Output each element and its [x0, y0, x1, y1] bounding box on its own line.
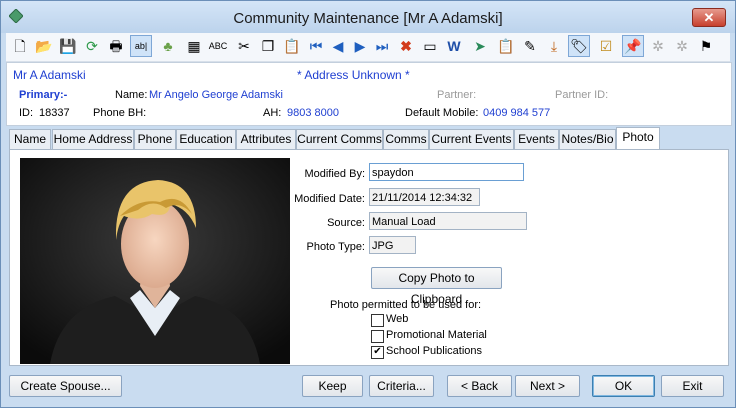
tab-photo[interactable]: Photo — [616, 127, 660, 150]
word-icon[interactable]: W — [444, 36, 464, 56]
photo-type-label: Photo Type: — [306, 241, 365, 253]
clipboard-list-icon[interactable]: 📋 — [496, 36, 516, 56]
tab-current-comms[interactable]: Current Comms — [296, 129, 383, 149]
modified-date-label: Modified Date: — [294, 193, 365, 205]
copy-icon[interactable]: ❐ — [258, 36, 278, 56]
save-icon[interactable]: 💾 — [58, 36, 78, 56]
primary-label: Primary:- — [19, 89, 68, 101]
photo-type-field[interactable]: JPG — [369, 236, 416, 254]
school-publications-checkbox[interactable]: ✔ — [371, 346, 384, 359]
person-photo — [20, 158, 290, 364]
download-icon[interactable]: ⤓ — [544, 36, 564, 56]
mobile-value: 0409 984 577 — [483, 107, 551, 119]
web-checkbox[interactable] — [371, 314, 384, 327]
tab-attributes[interactable]: Attributes — [236, 129, 296, 149]
tab-events[interactable]: Events — [514, 129, 559, 149]
ah-value: 9803 8000 — [287, 107, 339, 119]
refresh-icon[interactable]: ⟳ — [82, 36, 102, 56]
tab-name[interactable]: Name — [9, 129, 51, 149]
tab-notes-bio[interactable]: Notes/Bio — [559, 129, 616, 149]
keep-button[interactable]: Keep — [302, 375, 363, 397]
source-field[interactable]: Manual Load — [369, 212, 527, 230]
full-name: Mr Angelo George Adamski — [149, 89, 283, 101]
tree-icon[interactable]: ♣ — [158, 36, 178, 56]
id-label: ID: — [19, 107, 34, 119]
name-label: Name: — [115, 89, 148, 101]
paste-icon[interactable]: 📋 — [282, 36, 302, 56]
send-icon[interactable]: ➤ — [470, 36, 490, 56]
new-icon[interactable]: 🗋 — [10, 36, 30, 56]
community-maintenance-window: Community Maintenance [Mr A Adamski] ✕ 🗋… — [0, 0, 736, 408]
previous-record-icon[interactable]: ◀ — [328, 36, 348, 56]
create-spouse-button[interactable]: Create Spouse... — [9, 375, 122, 397]
group-icon[interactable]: ✲ — [648, 36, 668, 56]
delete-icon[interactable]: ✖ — [396, 36, 416, 56]
next-button[interactable]: Next > — [515, 375, 580, 397]
mobile-label: Default Mobile: — [405, 107, 479, 119]
text-field-icon[interactable]: ab| — [130, 35, 152, 57]
partner-id-label: Partner ID: — [555, 89, 609, 101]
close-window-button[interactable]: ✕ — [692, 8, 726, 27]
permitted-use-label: Photo permitted to be used for: — [330, 299, 482, 311]
record-summary-panel: Mr A Adamski * Address Unknown * Primary… — [6, 62, 732, 126]
tab-phone[interactable]: Phone — [134, 129, 176, 149]
source-label: Source: — [327, 217, 365, 229]
copy-photo-to-clipboard-button[interactable]: Copy Photo to Clipboard — [371, 267, 502, 306]
tag-icon[interactable]: 🏷 — [568, 35, 590, 57]
criteria-button[interactable]: Criteria... — [369, 375, 434, 397]
exit-button[interactable]: Exit — [661, 375, 724, 397]
tab-strip: Name Home Address Phone Education Attrib… — [9, 127, 729, 150]
partner-label: Partner: — [437, 89, 477, 101]
toolbar: 🗋 📂 💾 ⟳ 🖶 ab| ♣ ▦ ABC ✂ ❐ 📋 ⏮ ◀ ▶ ⏭ ✖ ▭ … — [6, 33, 730, 62]
next-record-icon[interactable]: ▶ — [350, 36, 370, 56]
promotional-material-checkbox[interactable] — [371, 330, 384, 343]
sign-icon[interactable]: ✎ — [520, 36, 540, 56]
record-name: Mr A Adamski — [13, 68, 86, 82]
ah-label: AH: — [263, 107, 282, 119]
id-value: 18337 — [39, 107, 70, 119]
tab-comms[interactable]: Comms — [383, 129, 429, 149]
pin-icon[interactable]: 📌 — [622, 35, 644, 57]
web-checkbox-label: Web — [386, 313, 409, 325]
title-bar: Community Maintenance [Mr A Adamski] ✕ — [1, 1, 735, 33]
first-record-icon[interactable]: ⏮ — [306, 36, 326, 56]
promotional-material-checkbox-label: Promotional Material — [386, 329, 487, 341]
tab-education[interactable]: Education — [176, 129, 236, 149]
back-button[interactable]: < Back — [447, 375, 512, 397]
spellcheck-icon[interactable]: ABC — [208, 36, 228, 56]
phone-bh-label: Phone BH: — [93, 107, 147, 119]
photo-tab-panel: Modified By: spaydon Modified Date: 21/1… — [9, 149, 729, 366]
last-record-icon[interactable]: ⏭ — [372, 36, 392, 56]
tab-home-address[interactable]: Home Address — [52, 129, 134, 149]
ok-button[interactable]: OK — [592, 375, 655, 397]
person-avatar-image — [20, 158, 290, 364]
flag-icon[interactable]: ⚑ — [696, 36, 716, 56]
modified-by-label: Modified By: — [304, 168, 365, 180]
modified-by-field[interactable]: spaydon — [369, 163, 524, 181]
window-title: Community Maintenance [Mr A Adamski] — [233, 10, 503, 27]
address-status: * Address Unknown * — [297, 68, 410, 82]
open-icon[interactable]: 📂 — [34, 36, 54, 56]
school-publications-checkbox-label: School Publications — [386, 345, 483, 357]
tab-current-events[interactable]: Current Events — [429, 129, 514, 149]
cut-icon[interactable]: ✂ — [234, 36, 254, 56]
modified-date-field[interactable]: 21/11/2014 12:34:32 — [369, 188, 480, 206]
print-icon[interactable]: 🖶 — [106, 36, 126, 56]
card-icon[interactable]: ▭ — [420, 36, 440, 56]
checklist-icon[interactable]: ☑ — [596, 36, 616, 56]
people-icon[interactable]: ✲ — [672, 36, 692, 56]
calculator-icon[interactable]: ▦ — [184, 36, 204, 56]
